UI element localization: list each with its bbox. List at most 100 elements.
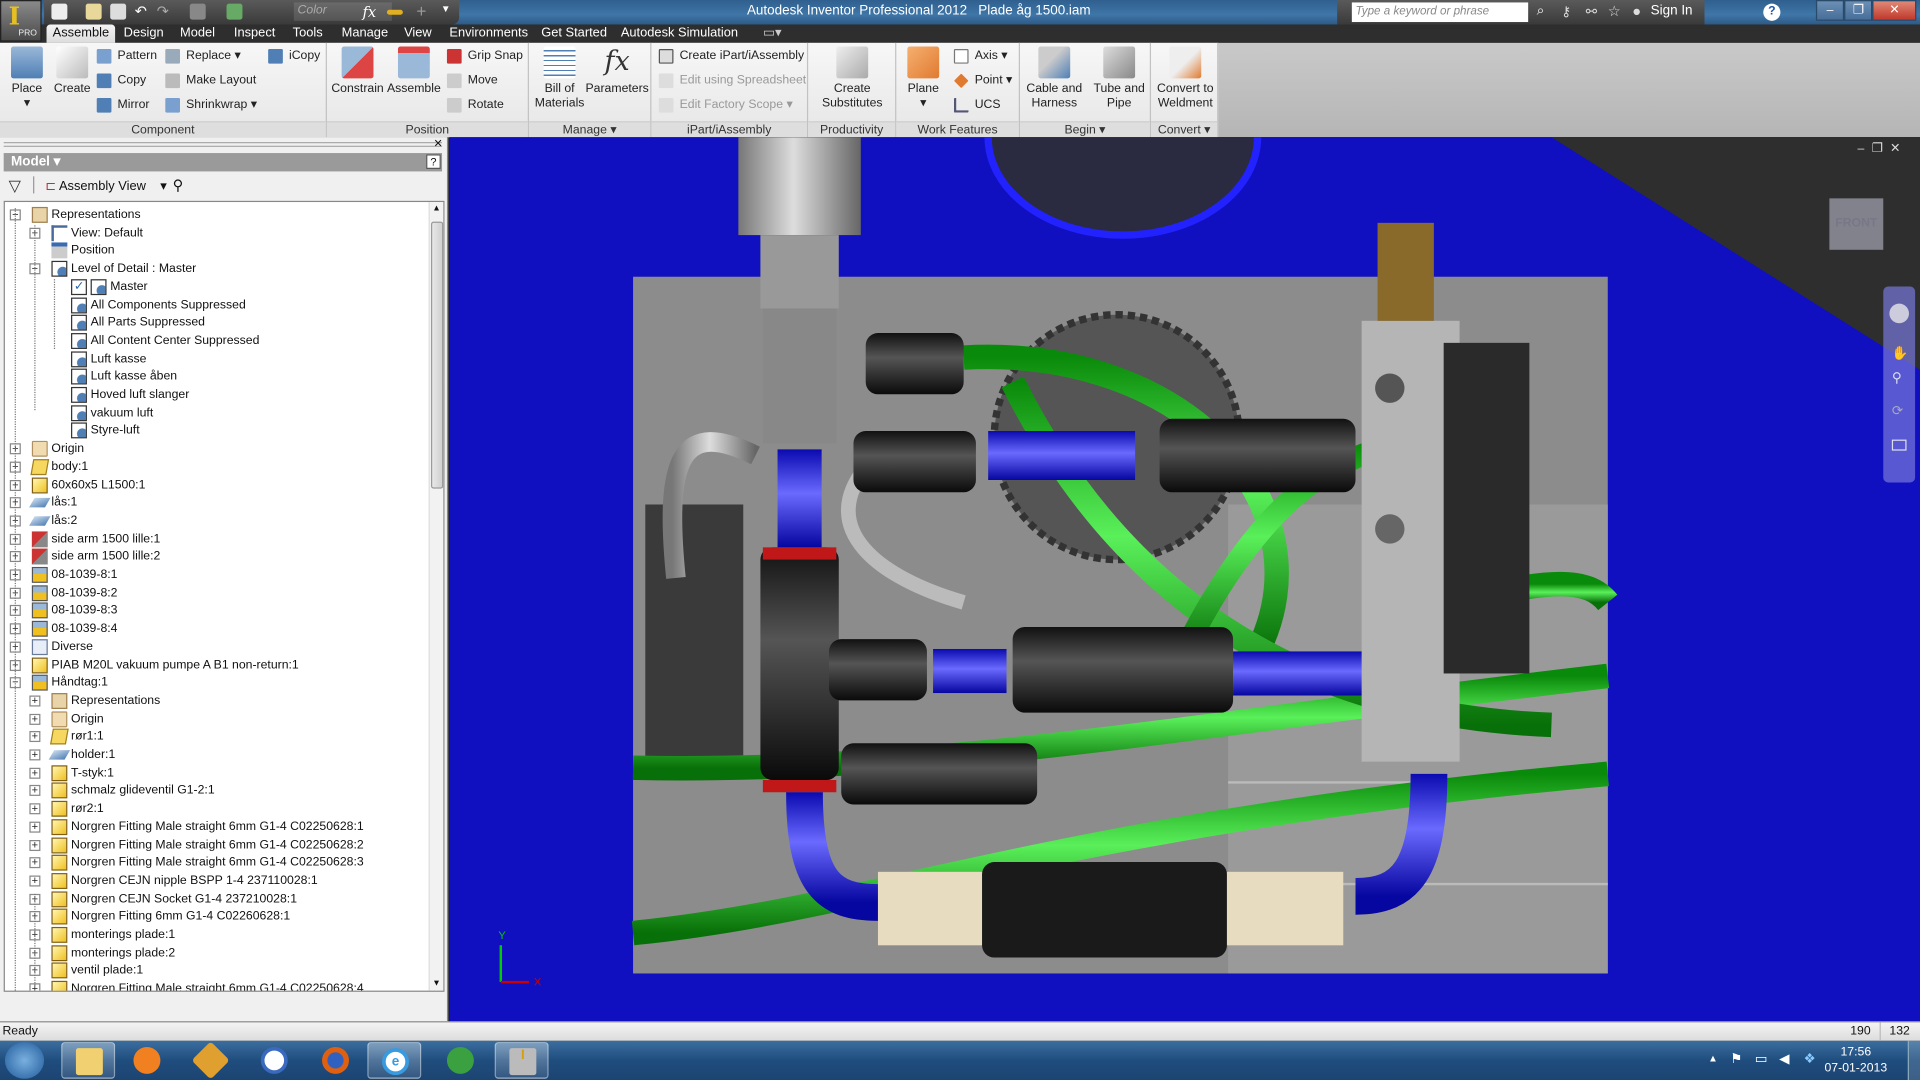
assemble-button[interactable]: Assemble bbox=[386, 46, 442, 97]
taskbar-utorrent[interactable] bbox=[433, 1042, 487, 1079]
tree-item[interactable]: +08-1039-8:4 bbox=[5, 620, 421, 638]
key-icon[interactable]: ⚷ bbox=[1561, 4, 1571, 20]
tree-item[interactable]: + schmalz glideventil G1-2:1 bbox=[5, 782, 421, 800]
pan-hand-icon[interactable]: ✋ bbox=[1892, 345, 1909, 362]
taskbar-clock[interactable]: 17:56 07-01-2013 bbox=[1824, 1044, 1887, 1076]
viewport-minimize-icon[interactable]: – bbox=[1858, 142, 1872, 155]
tree-item[interactable]: +08-1039-8:2 bbox=[5, 584, 421, 602]
redo-icon[interactable]: ↷ bbox=[157, 4, 173, 20]
tree-item[interactable]: − Håndtag:1 bbox=[5, 674, 421, 692]
shrinkwrap-button[interactable]: Shrinkwrap ▾ bbox=[165, 96, 257, 116]
cable-and-harness-button[interactable]: Cable and Harness bbox=[1022, 46, 1086, 112]
tray-expand-icon[interactable]: ▲ bbox=[1708, 1053, 1718, 1064]
tree-item[interactable]: + lås:1 bbox=[5, 494, 421, 512]
parameters-button[interactable]: fx Parameters bbox=[585, 47, 649, 97]
make-layout-button[interactable]: Make Layout bbox=[165, 71, 256, 91]
open-icon[interactable] bbox=[85, 3, 102, 20]
create-component-button[interactable]: Create bbox=[51, 46, 93, 97]
tree-item[interactable]: Luft kasse bbox=[5, 350, 421, 368]
action-center-flag-icon[interactable]: ⚑ bbox=[1730, 1051, 1742, 1067]
tree-item[interactable]: vakuum luft bbox=[5, 404, 421, 422]
tree-item[interactable]: + Representations bbox=[5, 692, 421, 710]
tree-item[interactable]: Hoved luft slanger bbox=[5, 386, 421, 404]
tree-item[interactable]: All Components Suppressed bbox=[5, 296, 421, 314]
taskbar-inventor[interactable]: I bbox=[494, 1042, 549, 1079]
dropbox-icon[interactable]: ❖ bbox=[1804, 1051, 1816, 1067]
tree-item[interactable]: + Norgren Fitting Male straight 6mm G1-4 … bbox=[5, 854, 421, 872]
tab-model[interactable]: Model bbox=[174, 24, 221, 42]
tab-assemble[interactable]: Assemble bbox=[46, 24, 116, 43]
tree-item[interactable]: − Representations bbox=[5, 206, 421, 224]
ucs-button[interactable]: UCS bbox=[953, 96, 1001, 116]
copy-button[interactable]: Copy bbox=[96, 71, 146, 91]
tree-item[interactable]: Luft kasse åben bbox=[5, 368, 421, 386]
taskbar-winamp[interactable] bbox=[184, 1041, 238, 1080]
mirror-button[interactable]: Mirror bbox=[96, 96, 150, 116]
tab-environments[interactable]: Environments bbox=[443, 24, 534, 42]
tree-item[interactable]: +60x60x5 L1500:1 bbox=[5, 476, 421, 494]
taskbar-media-player[interactable] bbox=[120, 1042, 174, 1079]
create-substitutes-button[interactable]: Create Substitutes bbox=[816, 46, 889, 112]
expand-icon[interactable]: + bbox=[29, 749, 41, 761]
grip-snap-button[interactable]: Grip Snap bbox=[446, 47, 523, 67]
tree-item[interactable]: + T-styk:1 bbox=[5, 764, 421, 782]
place-button[interactable]: Place ▾ bbox=[5, 46, 49, 112]
tree-item[interactable]: ✓ Master bbox=[5, 278, 421, 296]
checkbox-checked-icon[interactable]: ✓ bbox=[71, 278, 87, 295]
taskbar-explorer[interactable] bbox=[61, 1042, 116, 1079]
network-icon[interactable]: ▭ bbox=[1755, 1051, 1768, 1067]
tree-item[interactable]: Position bbox=[5, 242, 421, 260]
orbit-icon[interactable]: ⟳ bbox=[1892, 403, 1903, 419]
panel-toggle-icon[interactable]: ▭▾ bbox=[757, 24, 788, 42]
expand-icon[interactable]: + bbox=[29, 767, 41, 779]
update-icon[interactable] bbox=[226, 3, 243, 20]
tree-item[interactable]: + Norgren Fitting Male straight 6mm G1-4 … bbox=[5, 818, 421, 836]
scroll-up-icon[interactable]: ▲ bbox=[432, 204, 440, 213]
tube-and-pipe-button[interactable]: Tube and Pipe bbox=[1089, 46, 1150, 112]
steering-wheel-icon[interactable] bbox=[1889, 303, 1909, 324]
browser-grip[interactable] bbox=[3, 142, 443, 147]
tree-item[interactable]: + monterings plade:2 bbox=[5, 944, 421, 962]
tab-manage[interactable]: Manage bbox=[336, 24, 395, 42]
move-button[interactable]: Move bbox=[446, 71, 498, 91]
customize-icon[interactable]: ▼ bbox=[441, 4, 457, 20]
help-icon[interactable]: ? bbox=[1763, 3, 1781, 21]
new-icon[interactable] bbox=[51, 3, 68, 20]
browser-help-icon[interactable]: ? bbox=[426, 154, 441, 169]
tree-item[interactable]: + View: Default bbox=[5, 224, 421, 242]
binoculars-icon[interactable]: ⌕ bbox=[1537, 4, 1545, 20]
tree-item[interactable]: + Norgren Fitting Male straight 6mm G1-4 … bbox=[5, 980, 421, 991]
look-at-icon[interactable] bbox=[1891, 439, 1907, 451]
browser-close-icon[interactable]: ✕ bbox=[433, 137, 442, 150]
fx-icon[interactable]: fx bbox=[362, 4, 378, 21]
tree-item[interactable]: + rør2:1 bbox=[5, 800, 421, 818]
tree-item[interactable]: + holder:1 bbox=[5, 746, 421, 764]
tree-item[interactable]: + monterings plade:1 bbox=[5, 926, 421, 944]
edit-spreadsheet-button[interactable]: Edit using Spreadsheet bbox=[658, 71, 806, 91]
minimize-button[interactable]: – bbox=[1815, 0, 1845, 21]
pattern-button[interactable]: Pattern bbox=[96, 47, 157, 67]
tab-get-started[interactable]: Get Started bbox=[535, 24, 613, 42]
subscription-icon[interactable]: ⚯ bbox=[1586, 4, 1597, 20]
zoom-icon[interactable]: ⚲ bbox=[1892, 370, 1902, 386]
point-button[interactable]: Point ▾ bbox=[953, 71, 1012, 91]
select-icon[interactable] bbox=[189, 3, 206, 20]
expand-icon[interactable]: + bbox=[29, 695, 41, 707]
replace-button[interactable]: Replace ▾ bbox=[165, 47, 241, 67]
search-input[interactable]: Type a keyword or phrase bbox=[1351, 2, 1529, 23]
tab-view[interactable]: View bbox=[398, 24, 438, 42]
expand-icon[interactable]: + bbox=[29, 785, 41, 797]
graphics-viewport[interactable]: Y X –❐✕ FRONT ✋ ⚲ ⟳ bbox=[449, 137, 1920, 1022]
show-desktop-button[interactable] bbox=[1907, 1040, 1920, 1080]
expand-icon[interactable]: + bbox=[29, 713, 41, 725]
tree-item[interactable]: + rør1:1 bbox=[5, 728, 421, 746]
plus-icon[interactable]: + bbox=[416, 2, 432, 20]
application-menu-button[interactable]: I PRO bbox=[0, 0, 42, 42]
tree-item[interactable]: + Diverse bbox=[5, 638, 421, 656]
axis-button[interactable]: Axis ▾ bbox=[953, 47, 1007, 67]
tree-item[interactable]: + Norgren Fitting Male straight 6mm G1-4 … bbox=[5, 836, 421, 854]
tree-item[interactable]: + Norgren CEJN Socket G1-4 237210028:1 bbox=[5, 890, 421, 908]
scroll-down-icon[interactable]: ▼ bbox=[432, 980, 440, 989]
measure-icon[interactable] bbox=[386, 9, 403, 15]
scrollbar-thumb[interactable] bbox=[431, 221, 444, 489]
